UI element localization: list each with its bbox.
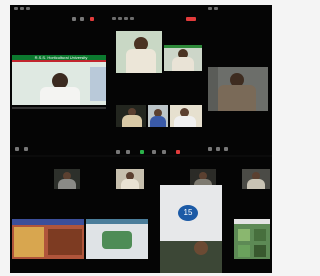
audience-area xyxy=(160,241,222,273)
meeting-toolbar xyxy=(106,147,212,157)
window-controls xyxy=(208,7,218,10)
video-tile-participant xyxy=(170,105,202,127)
window-control-icon[interactable] xyxy=(26,7,30,10)
slide-image xyxy=(14,227,44,257)
toolbar-icon[interactable] xyxy=(224,147,228,151)
meeting-window-bottom-right: 15 xyxy=(150,157,272,273)
tile-banner xyxy=(164,45,202,48)
window-control-icon[interactable] xyxy=(130,17,134,20)
toolbar-icon[interactable] xyxy=(80,17,84,21)
leave-button[interactable] xyxy=(90,17,94,21)
toolbar-icon[interactable] xyxy=(72,17,76,21)
window-control-icon[interactable] xyxy=(112,17,116,20)
meeting-window-top-right xyxy=(202,5,272,155)
toolbar-icon[interactable] xyxy=(15,147,19,151)
video-tile-presentation xyxy=(86,219,148,259)
window-control-icon[interactable] xyxy=(208,7,212,10)
video-tile-participant xyxy=(242,169,270,189)
video-tile-speaker xyxy=(116,31,162,73)
video-tile-participant xyxy=(116,105,146,127)
meeting-window-bottom-left xyxy=(10,157,150,273)
video-tile-participant xyxy=(208,67,268,111)
slide-diagram xyxy=(102,231,132,249)
toolbar-icon[interactable] xyxy=(216,147,220,151)
window-control-icon[interactable] xyxy=(118,17,122,20)
room-wall xyxy=(208,67,218,111)
toolbar-icon[interactable] xyxy=(24,147,28,151)
slide-image xyxy=(254,245,266,257)
event-logo: 15 xyxy=(178,205,198,221)
video-tile-participant xyxy=(164,45,202,71)
slide-header xyxy=(86,219,148,224)
meeting-window-top-center xyxy=(106,5,212,155)
window-control-icon[interactable] xyxy=(124,17,128,20)
slide-image xyxy=(238,245,250,257)
divider xyxy=(12,107,110,109)
share-screen-icon[interactable] xyxy=(140,150,144,154)
window-control-icon[interactable] xyxy=(14,7,18,10)
video-tile-event-hall: 15 xyxy=(160,185,222,273)
banner-stripe xyxy=(12,60,110,62)
mute-icon[interactable] xyxy=(116,150,120,154)
slide-header xyxy=(12,219,84,225)
window-control-icon[interactable] xyxy=(20,7,24,10)
participants-icon[interactable] xyxy=(152,150,156,154)
window-control-icon[interactable] xyxy=(214,7,218,10)
leave-button[interactable] xyxy=(176,150,180,154)
chat-icon[interactable] xyxy=(162,150,166,154)
window-controls xyxy=(14,7,30,10)
slide-image xyxy=(254,229,266,241)
video-icon[interactable] xyxy=(126,150,130,154)
window-controls xyxy=(112,17,134,20)
meeting-window-top-left: R.S.S. Horticultural University xyxy=(10,5,112,155)
video-tile-participant xyxy=(148,105,168,127)
video-tile-participant xyxy=(116,169,144,189)
video-tile-university: R.S.S. Horticultural University xyxy=(12,55,110,105)
slide-image xyxy=(238,229,250,241)
video-tile-presentation xyxy=(234,219,270,259)
screenshot-collage: R.S.S. Horticultural University 15 xyxy=(10,5,272,273)
video-tile-presentation xyxy=(12,219,84,259)
video-tile-participant xyxy=(54,169,80,189)
leave-button[interactable] xyxy=(186,17,196,21)
slide-image xyxy=(48,229,82,255)
slide-header xyxy=(234,219,270,224)
